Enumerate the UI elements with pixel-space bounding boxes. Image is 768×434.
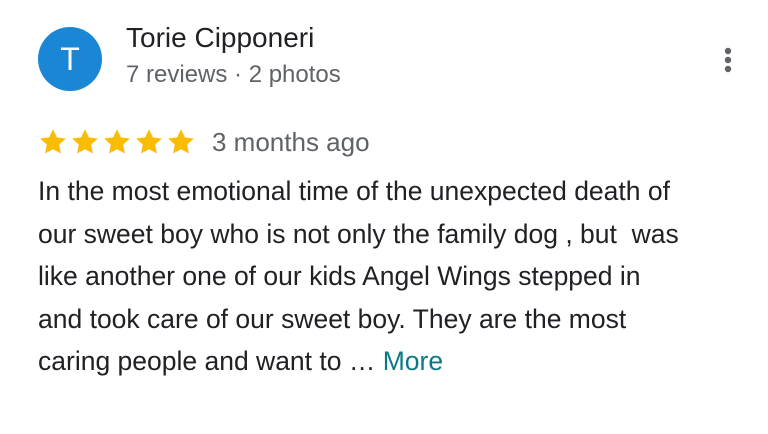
rating-row: 3 months ago bbox=[38, 125, 370, 159]
review-text: In the most emotional time of the unexpe… bbox=[38, 170, 758, 383]
review-text-line: and took care of our sweet boy. They are… bbox=[38, 303, 627, 334]
author-meta: 7 reviews · 2 photos bbox=[126, 61, 341, 88]
review-text-line: In the most emotional time of the unexpe… bbox=[38, 176, 670, 206]
more-options-button[interactable] bbox=[712, 42, 744, 78]
more-vert-icon bbox=[724, 47, 732, 73]
star-icon bbox=[104, 129, 130, 154]
star-rating bbox=[38, 127, 196, 157]
star-icon bbox=[40, 129, 66, 154]
review-text-line: our sweet boy who is not only the family… bbox=[38, 218, 679, 249]
star-icon bbox=[136, 129, 162, 154]
avatar[interactable]: T bbox=[38, 27, 102, 91]
review-text-line: caring people and want to … bbox=[38, 346, 383, 376]
avatar-initial: T bbox=[60, 41, 80, 77]
star-icon bbox=[168, 129, 194, 154]
review-text-last-line: caring people and want to … More bbox=[38, 340, 758, 383]
review-date: 3 months ago bbox=[212, 126, 370, 157]
author-name[interactable]: Torie Cipponeri bbox=[126, 22, 314, 54]
review-card: T Torie Cipponeri 7 reviews · 2 photos 3… bbox=[0, 0, 768, 434]
star-icon bbox=[72, 129, 98, 154]
more-link[interactable]: More bbox=[383, 346, 443, 376]
review-text-line: like another one of our kids Angel Wings… bbox=[38, 261, 641, 291]
